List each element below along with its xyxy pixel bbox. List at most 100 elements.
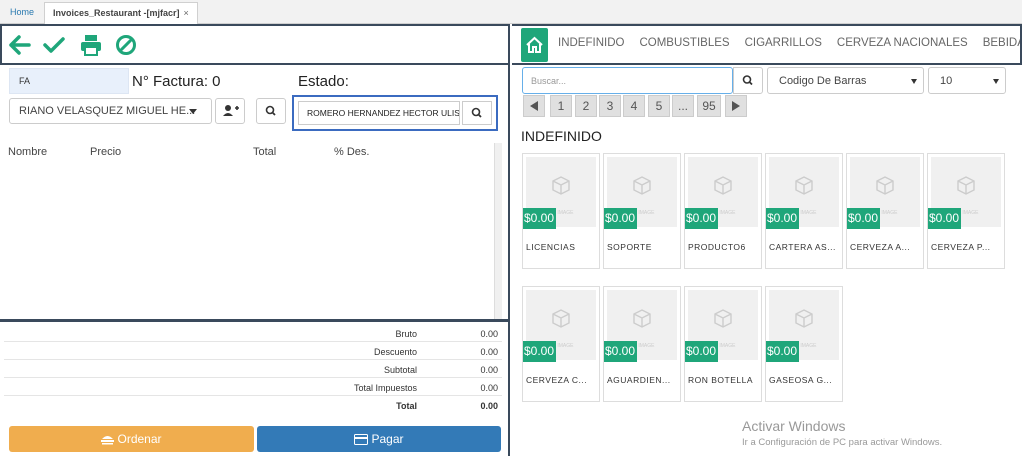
product-card[interactable]: NO IMAGE $0.00 CERVEZA P...	[927, 153, 1005, 269]
product-price: $0.00	[523, 208, 556, 229]
box-icon	[714, 176, 732, 195]
search-icon	[471, 107, 482, 118]
chevron-down-icon	[189, 109, 197, 114]
seller-field-group: ROMERO HERNANDEZ HECTOR ULISES	[292, 95, 498, 131]
search-icon	[265, 105, 276, 116]
triangle-right-icon	[732, 101, 740, 111]
seller-input[interactable]: ROMERO HERNANDEZ HECTOR ULISES	[298, 101, 460, 125]
product-price: $0.00	[685, 341, 718, 362]
product-price: $0.00	[928, 208, 961, 229]
checkmark-icon[interactable]	[42, 33, 66, 57]
column-header-precio: Precio	[90, 146, 122, 158]
page-button-2[interactable]: 2	[575, 95, 597, 117]
page-button-5[interactable]: 5	[648, 95, 670, 117]
product-card[interactable]: NO IMAGE $0.00 LICENCIAS	[522, 153, 600, 269]
client-select[interactable]: RIANO VELASQUEZ MIGUEL HE...	[9, 98, 212, 124]
product-card[interactable]: NO IMAGE $0.00 CERVEZA A...	[846, 153, 924, 269]
products-pane: INDEFINIDO COMBUSTIBLES CIGARRILLOS CERVEZA…	[512, 24, 1022, 456]
product-price: $0.00	[604, 341, 637, 362]
product-price: $0.00	[523, 341, 556, 362]
tab-invoices-restaurant[interactable]: Invoices_Restaurant -[mjfacr] ×	[44, 2, 198, 24]
category-tab-cigarrillos[interactable]: CIGARRILLOS	[745, 37, 822, 49]
box-icon	[714, 309, 732, 328]
invoice-items-list	[0, 143, 503, 320]
total-row-impuestos: Total Impuestos 0.00	[4, 378, 502, 396]
seller-search-button[interactable]	[462, 101, 492, 125]
category-tab-combustibles[interactable]: COMBUSTIBLES	[639, 37, 729, 49]
section-title: INDEFINIDO	[521, 128, 602, 144]
box-icon	[552, 176, 570, 195]
close-tab-icon[interactable]: ×	[184, 8, 189, 18]
product-name: CERVEZA P...	[931, 242, 991, 252]
total-row-descuento: Descuento 0.00	[4, 342, 502, 360]
product-name: CERVEZA C...	[526, 375, 588, 385]
total-label: Bruto	[395, 329, 417, 339]
prev-page-button[interactable]	[523, 95, 545, 117]
add-client-button[interactable]	[215, 98, 245, 124]
pagar-button[interactable]: Pagar	[257, 426, 501, 452]
total-row-total: Total 0.00	[4, 396, 502, 414]
product-price: $0.00	[766, 341, 799, 362]
column-header-descuento: % Des.	[334, 146, 370, 158]
client-search-button[interactable]	[256, 98, 286, 124]
product-card[interactable]: NO IMAGE $0.00 GASEOSA G...	[765, 286, 843, 402]
page-button-4[interactable]: 4	[623, 95, 645, 117]
product-name: RON BOTELLA	[688, 375, 754, 385]
pagar-label: Pagar	[371, 432, 404, 446]
page-size-select[interactable]: 10	[928, 67, 1006, 94]
page-button-3[interactable]: 3	[599, 95, 621, 117]
category-tabs: INDEFINIDO COMBUSTIBLES CIGARRILLOS CERVEZA…	[558, 37, 1020, 49]
page-ellipsis: ...	[672, 95, 694, 117]
page-button-1[interactable]: 1	[550, 95, 572, 117]
product-search-input[interactable]: Buscar...	[522, 67, 733, 94]
product-card[interactable]: NO IMAGE $0.00 AGUARDIEN...	[603, 286, 681, 402]
product-search-button[interactable]	[733, 67, 763, 94]
product-name: CERVEZA A...	[850, 242, 911, 252]
next-page-button[interactable]	[725, 95, 747, 117]
search-field-select[interactable]: Codigo De Barras	[767, 67, 924, 94]
box-icon	[633, 176, 651, 195]
product-card[interactable]: NO IMAGE $0.00 PRODUCTO6	[684, 153, 762, 269]
print-icon[interactable]	[79, 33, 103, 57]
page-button-95[interactable]: 95	[697, 95, 721, 117]
ordenar-label: Ordenar	[117, 432, 162, 446]
total-value: 0.00	[480, 347, 498, 357]
product-card[interactable]: NO IMAGE $0.00 RON BOTELLA	[684, 286, 762, 402]
box-icon	[795, 309, 813, 328]
category-tab-cerveza-nacionales[interactable]: CERVEZA NACIONALES	[837, 37, 968, 49]
product-card[interactable]: NO IMAGE $0.00 SOPORTE	[603, 153, 681, 269]
product-card[interactable]: NO IMAGE $0.00 CARTERA AS...	[765, 153, 843, 269]
chevron-down-icon	[911, 79, 917, 84]
cancel-icon[interactable]	[114, 33, 138, 57]
total-value: 0.00	[480, 365, 498, 375]
tab-home[interactable]: Home	[2, 2, 42, 24]
activation-watermark-title: Activar Windows	[742, 418, 846, 434]
product-price: $0.00	[766, 208, 799, 229]
column-header-nombre: Nombre	[8, 146, 48, 158]
items-scrollbar[interactable]	[494, 143, 502, 319]
category-tab-indefinido[interactable]: INDEFINIDO	[558, 37, 624, 49]
total-row-subtotal: Subtotal 0.00	[4, 360, 502, 378]
invoice-pane: FA N° Factura: 0 Estado: RIANO VELASQUEZ…	[0, 65, 510, 456]
client-select-value: RIANO VELASQUEZ MIGUEL HE...	[19, 105, 196, 117]
back-arrow-icon[interactable]	[8, 33, 32, 57]
column-header-total: Total	[253, 146, 277, 158]
home-category-button[interactable]	[521, 28, 548, 62]
document-type-field[interactable]: FA	[9, 68, 129, 94]
total-row-bruto: Bruto 0.00	[4, 324, 502, 342]
home-icon	[526, 36, 543, 53]
category-tab-bebidas[interactable]: BEBIDAS	[983, 37, 1020, 49]
total-label: Descuento	[373, 347, 417, 357]
ordenar-button[interactable]: Ordenar	[9, 426, 254, 452]
tab-title: Invoices_Restaurant -[mjfacr]	[53, 8, 180, 18]
totals-summary: Bruto 0.00 Descuento 0.00 Subtotal 0.00 …	[4, 324, 502, 414]
status-label: Estado:	[298, 73, 349, 90]
product-name: CARTERA AS...	[769, 242, 836, 252]
total-label: Total	[396, 401, 417, 411]
product-price: $0.00	[604, 208, 637, 229]
search-field-select-value: Codigo De Barras	[779, 75, 867, 87]
window-tab-bar: Home Invoices_Restaurant -[mjfacr] ×	[0, 0, 1022, 24]
total-value: 0.00	[480, 401, 498, 411]
product-card[interactable]: NO IMAGE $0.00 CERVEZA C...	[522, 286, 600, 402]
box-icon	[552, 309, 570, 328]
